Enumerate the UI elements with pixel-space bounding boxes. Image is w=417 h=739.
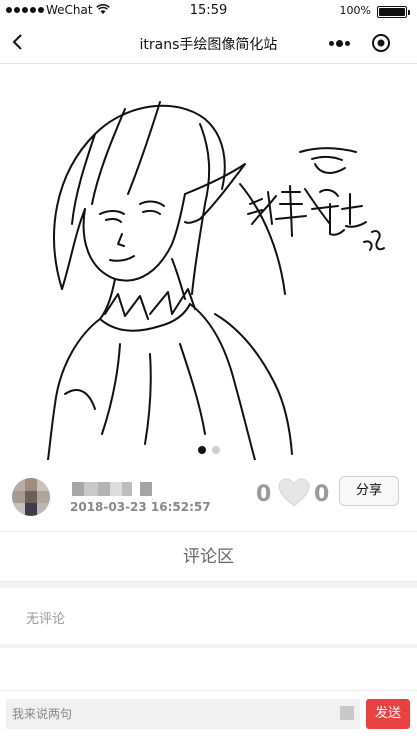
section-divider-2	[0, 644, 417, 648]
more-dots-icon	[328, 40, 334, 46]
comment-section-title: 评论区	[183, 547, 234, 567]
comment-input-bar: 发送	[0, 690, 417, 739]
more-dots-icon-right	[344, 40, 350, 46]
share-button[interactable]: 分享	[339, 476, 399, 506]
comment-list: 无评论	[0, 588, 417, 644]
comment-section-header: 评论区	[0, 532, 417, 582]
post-meta-row: 2018-03-23 16:52:57 0 0 分享	[0, 462, 417, 532]
like-count: 0	[256, 482, 272, 507]
avatar[interactable]	[12, 478, 50, 516]
input-clear-icon[interactable]	[340, 706, 354, 720]
more-dots-icon-center	[335, 39, 343, 47]
chevron-left-icon	[12, 34, 22, 50]
sketch-image	[0, 64, 417, 460]
more-button[interactable]	[326, 34, 352, 52]
heart-icon[interactable]	[278, 478, 310, 508]
post-timestamp: 2018-03-23 16:52:57	[70, 500, 211, 514]
battery-icon	[377, 6, 410, 18]
nav-bar: itrans手绘图像简化站	[0, 22, 417, 64]
favorite-count: 0	[314, 482, 330, 507]
swiper-indicator	[0, 446, 417, 454]
back-button[interactable]	[4, 28, 32, 56]
page-title: itrans手绘图像简化站	[139, 37, 278, 53]
target-circle-icon	[372, 34, 390, 52]
username-blurred	[72, 482, 152, 496]
image-swiper[interactable]	[0, 64, 417, 460]
battery-percent: 100%	[339, 4, 371, 17]
swiper-dot-2[interactable]	[211, 446, 220, 454]
battery-fill	[379, 8, 405, 16]
comment-input[interactable]	[6, 699, 360, 729]
avatar-image	[12, 478, 50, 516]
swiper-dot-1[interactable]	[197, 446, 206, 454]
close-miniprogram-button[interactable]	[370, 32, 392, 54]
empty-comments-text: 无评论	[26, 612, 66, 627]
status-bar: WeChat 15:59 100%	[0, 0, 417, 22]
send-button[interactable]: 发送	[366, 699, 410, 729]
